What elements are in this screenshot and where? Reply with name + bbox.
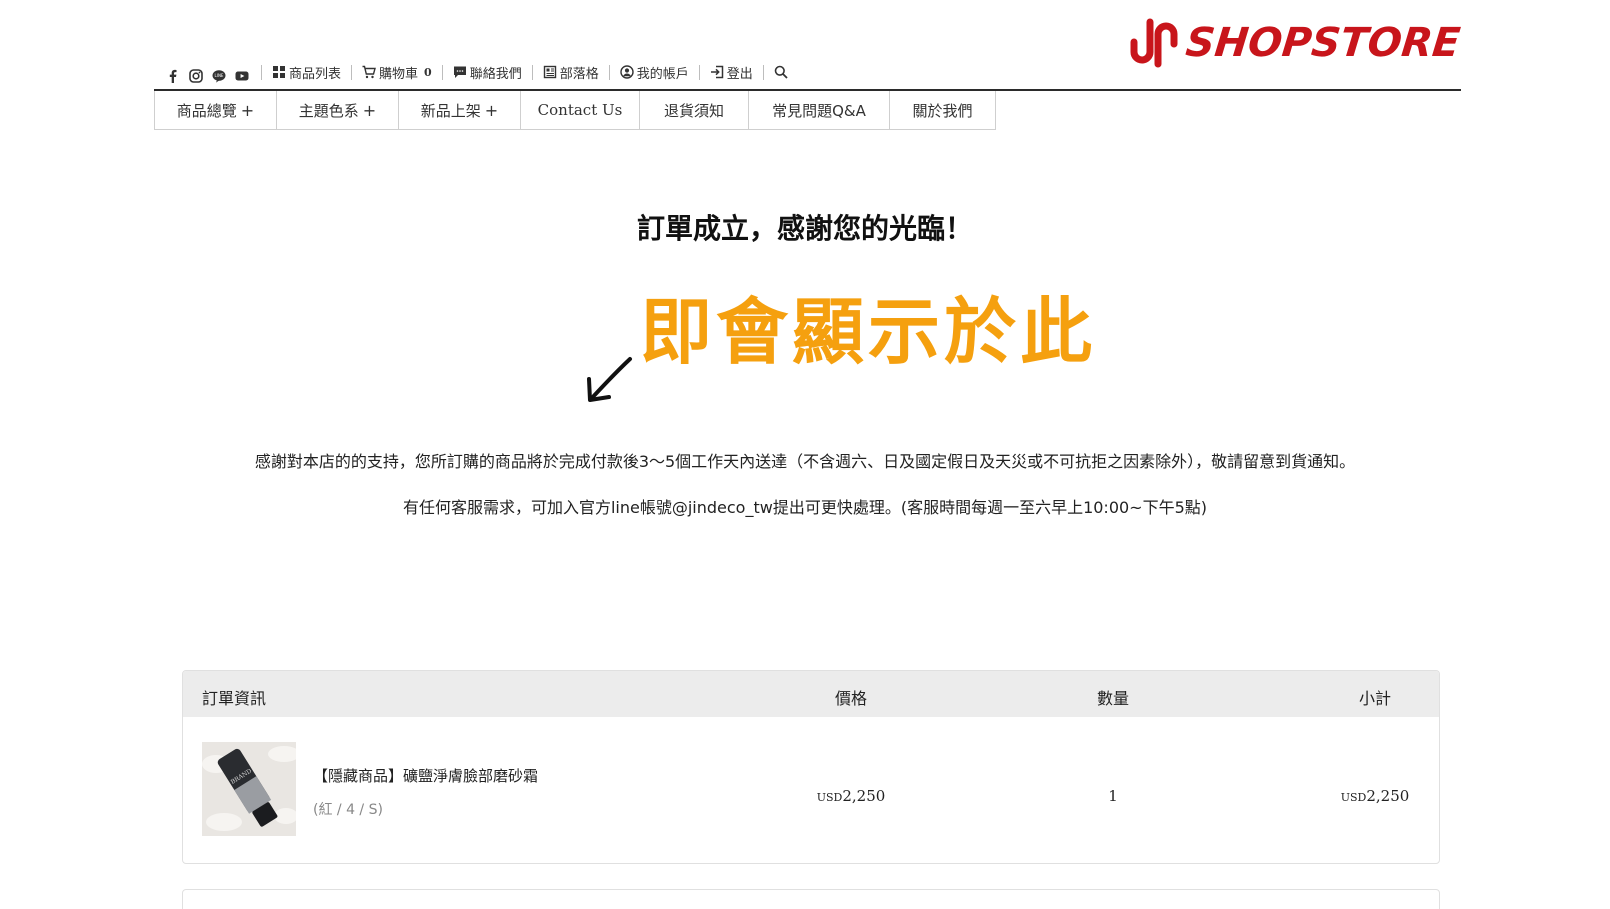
expand-icon: +	[484, 100, 499, 120]
expand-icon: +	[362, 100, 377, 120]
item-subtotal: USD2,250	[1285, 787, 1439, 805]
price-value: 2,250	[842, 787, 886, 805]
order-table-header: 訂單資訊 價格 數量 小計	[183, 671, 1439, 717]
brand-logo[interactable]: SHOPSTORE	[1128, 16, 1463, 70]
expand-icon: +	[240, 100, 255, 120]
nav-item-products[interactable]: 商品總覽 +	[155, 91, 277, 129]
chat-icon	[453, 66, 466, 78]
cart-icon	[362, 65, 376, 79]
order-summary-table: 訂單資訊 價格 數量 小計 BRAND 【隱藏商品】礦鹽淨膚臉部磨砂霜 (紅 /…	[182, 670, 1440, 864]
product-list-link[interactable]: 商品列表	[261, 64, 351, 82]
annotation-arrow-icon	[587, 357, 632, 402]
page-title: 訂單成立，感謝您的光臨！	[636, 212, 973, 245]
blog-icon	[543, 65, 556, 79]
svg-text:LINE: LINE	[215, 73, 224, 78]
order-totals-card	[182, 889, 1440, 909]
cart-label: 購物車	[379, 66, 419, 82]
item-price: USD2,250	[761, 787, 941, 805]
table-row: BRAND 【隱藏商品】礦鹽淨膚臉部磨砂霜 (紅 / 4 / S) USD2,2…	[183, 717, 1439, 863]
social-links: LINE	[166, 69, 249, 83]
line-icon[interactable]: LINE	[212, 69, 226, 83]
grid-icon	[273, 66, 285, 78]
nav-item-label: 常見問題Q&A	[772, 101, 866, 120]
header-price: 價格	[834, 689, 867, 708]
instagram-icon[interactable]	[189, 69, 203, 83]
annotation-text: 即會顯示於此	[640, 290, 1097, 374]
nav-item-faq[interactable]: 常見問題Q&A	[749, 91, 890, 129]
account-link[interactable]: 我的帳戶	[608, 64, 699, 82]
header-quantity: 數量	[1096, 689, 1129, 708]
facebook-icon[interactable]	[166, 69, 180, 83]
account-icon	[620, 65, 634, 79]
product-tube-image: BRAND	[202, 742, 296, 836]
nav-item-label: 新品上架	[420, 101, 481, 120]
nav-item-return-policy[interactable]: 退貨須知	[640, 91, 749, 129]
nav-item-contact-us[interactable]: Contact Us	[521, 91, 640, 129]
product-variant: (紅 / 4 / S)	[313, 802, 383, 818]
brand-name: SHOPSTORE	[1183, 20, 1463, 66]
nav-item-themes[interactable]: 主題色系 +	[277, 91, 399, 129]
header-order-info: 訂單資訊	[202, 689, 267, 708]
nav-item-label: 退貨須知	[663, 101, 724, 120]
contact-label: 聯絡我們	[469, 66, 522, 82]
nav-item-label: 關於我們	[912, 101, 973, 120]
nav-item-new-arrivals[interactable]: 新品上架 +	[399, 91, 521, 129]
blog-link[interactable]: 部落格	[531, 64, 609, 82]
logout-icon	[710, 65, 723, 79]
delivery-message: 感謝對本店的的支持，您所訂購的商品將於完成付款後3～5個工作天內送達（不含週六、…	[254, 452, 1356, 471]
account-label: 我的帳戶	[636, 66, 689, 82]
nav-item-label: 主題色系	[298, 101, 359, 120]
product-thumbnail[interactable]: BRAND	[202, 742, 296, 836]
contact-link[interactable]: 聯絡我們	[441, 64, 532, 82]
main-nav: 商品總覽 + 主題色系 + 新品上架 + Contact Us 退貨須知 常見問題Q&…	[154, 91, 996, 130]
product-name[interactable]: 【隱藏商品】礦鹽淨膚臉部磨砂霜	[313, 765, 538, 786]
search-button[interactable]	[762, 64, 798, 80]
customer-service-message: 有任何客服需求，可加入官方line帳號@jindeco_tw提出可更快處理。(客…	[402, 498, 1208, 517]
top-utility-bar: LINE 商品列表 購物車 0 聯絡我們 部落格 我的帳戶 登出	[166, 60, 798, 84]
nav-item-about-us[interactable]: 關於我們	[890, 91, 996, 129]
cart-link[interactable]: 購物車 0	[351, 64, 442, 82]
logout-label: 登出	[726, 66, 753, 82]
logout-link[interactable]: 登出	[698, 64, 763, 82]
search-icon	[774, 65, 788, 79]
subtotal-value: 2,250	[1366, 787, 1410, 805]
logo-mark-icon	[1130, 18, 1178, 68]
currency-code: USD	[1340, 791, 1367, 804]
blog-label: 部落格	[559, 66, 599, 82]
nav-item-label: Contact Us	[537, 101, 623, 119]
cart-count: 0	[424, 65, 432, 79]
currency-code: USD	[816, 791, 843, 804]
product-list-label: 商品列表	[289, 66, 342, 82]
nav-item-label: 商品總覽	[176, 101, 237, 120]
youtube-icon[interactable]	[235, 69, 249, 83]
header-subtotal: 小計	[1358, 689, 1391, 708]
item-quantity: 1	[1108, 787, 1118, 805]
